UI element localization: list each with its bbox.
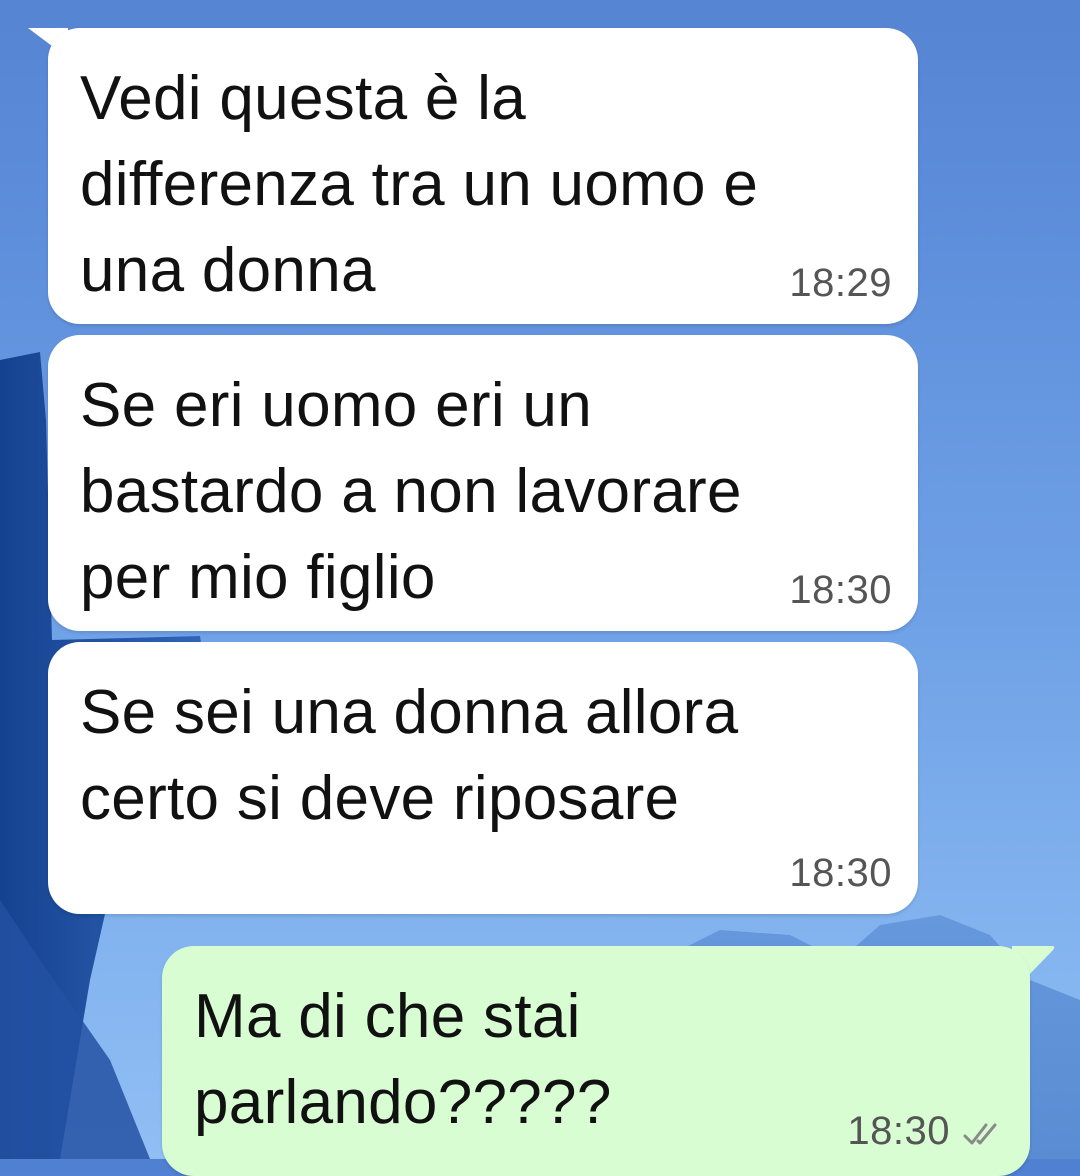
message-text: Se sei una donna allora certo si deve ri… — [80, 678, 739, 833]
incoming-message-bubble[interactable]: Se sei una donna allora certo si deve ri… — [48, 642, 918, 914]
message-timestamp: 18:30 — [789, 568, 892, 612]
message-text: Se eri uomo eri un bastardo a non lavora… — [80, 371, 742, 612]
double-check-icon — [962, 1113, 1000, 1158]
incoming-message-bubble[interactable]: Se eri uomo eri un bastardo a non lavora… — [48, 335, 918, 631]
message-timestamp: 18:30 — [789, 851, 892, 895]
incoming-message-bubble[interactable]: Vedi questa è la differenza tra un uomo … — [48, 28, 918, 324]
message-timestamp: 18:29 — [789, 261, 892, 305]
message-timestamp: 18:30 — [847, 1109, 950, 1153]
message-text: Vedi questa è la differenza tra un uomo … — [80, 64, 759, 305]
outgoing-message-bubble[interactable]: Ma di che stai parlando????? 18:30 — [162, 946, 1030, 1176]
message-meta: 18:30 — [847, 1109, 1000, 1158]
